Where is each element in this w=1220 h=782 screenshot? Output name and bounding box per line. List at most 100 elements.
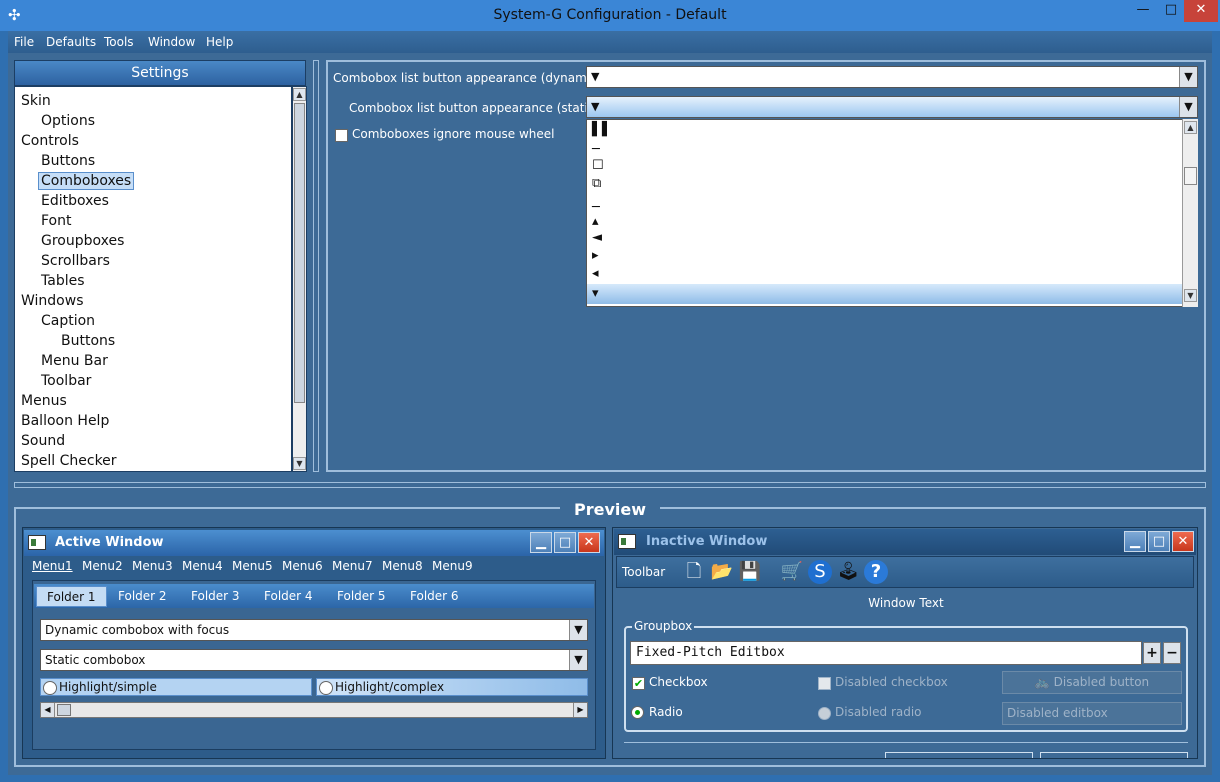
open-folder-icon[interactable]: 📂 — [710, 560, 734, 584]
minimize-glyph-icon[interactable]: ─ — [592, 142, 600, 157]
checkbox-checked[interactable]: ✔ — [632, 677, 645, 690]
dash-glyph-icon[interactable]: ─ — [592, 200, 600, 215]
preview-menu-3[interactable]: Menu3 — [132, 559, 173, 573]
tree-item-font[interactable]: Font — [41, 213, 71, 229]
menu-help[interactable]: Help — [206, 35, 233, 49]
save-icon[interactable]: 💾 — [738, 560, 762, 584]
dynamic-combobox[interactable]: Dynamic combobox with focus ▼ — [40, 619, 588, 641]
restore-glyph-icon[interactable]: ⧉ — [592, 176, 601, 191]
tree-item-toolbar[interactable]: Toolbar — [41, 373, 91, 389]
pause-glyph-icon[interactable]: ▌▌ — [592, 122, 612, 137]
close-icon[interactable]: ✕ — [1172, 531, 1194, 552]
app-menu-icon[interactable]: ✣ — [8, 6, 26, 24]
tree-item-scrollbars[interactable]: Scrollbars — [41, 253, 110, 269]
tree-item-sound[interactable]: Sound — [21, 433, 65, 449]
menu-window[interactable]: Window — [148, 35, 195, 49]
menu-defaults[interactable]: Defaults — [46, 35, 96, 49]
fixed-pitch-editbox[interactable]: Fixed-Pitch Editbox — [630, 641, 1142, 665]
tab-folder-2[interactable]: Folder 2 — [118, 589, 167, 603]
menu-tools[interactable]: Tools — [104, 35, 134, 49]
tree-item-editboxes[interactable]: Editboxes — [41, 193, 109, 209]
dropdown-scrollbar[interactable]: ▲ ▼ — [1182, 119, 1198, 307]
preview-menu-6[interactable]: Menu6 — [282, 559, 323, 573]
tree-item-spell-checker[interactable]: Spell Checker — [21, 453, 117, 469]
settings-tree[interactable]: Skin Options Controls Buttons Comboboxes… — [14, 86, 292, 472]
tree-item-controls[interactable]: Controls — [21, 133, 79, 149]
preview-menu-1[interactable]: Menu1 — [32, 559, 73, 573]
dynamic-appearance-combo[interactable]: ▼ ▼ — [586, 66, 1198, 88]
left-arrow-glyph-icon-2[interactable]: ◂ — [592, 266, 599, 281]
slider-thumb[interactable] — [57, 704, 71, 716]
preview-menu-7[interactable]: Menu7 — [332, 559, 373, 573]
scroll-thumb[interactable] — [294, 103, 305, 403]
tree-item-skin[interactable]: Skin — [21, 93, 51, 109]
tree-item-menus[interactable]: Menus — [21, 393, 67, 409]
maximize-glyph-icon[interactable]: ☐ — [592, 158, 604, 173]
dropdown-selected-row[interactable]: ▾ — [587, 284, 1183, 304]
radio-highlight-complex[interactable]: Highlight/complex — [316, 678, 588, 696]
tab-folder-1[interactable]: Folder 1 — [36, 586, 107, 607]
tree-item-buttons[interactable]: Buttons — [41, 153, 95, 169]
help-icon[interactable]: ? — [864, 560, 888, 584]
tree-item-caption-buttons[interactable]: Buttons — [61, 333, 115, 349]
minimize-icon[interactable]: ▁ — [530, 532, 552, 553]
radio-highlight-simple[interactable]: Highlight/simple — [40, 678, 312, 696]
radio-selected[interactable] — [631, 706, 644, 719]
joystick-icon[interactable]: 🕹 — [836, 560, 860, 584]
right-arrow-glyph-icon[interactable]: ▸ — [592, 248, 599, 263]
scroll-down-arrow-icon[interactable]: ▼ — [293, 457, 306, 470]
tree-item-caption[interactable]: Caption — [41, 313, 95, 329]
preview-menu-5[interactable]: Menu5 — [232, 559, 273, 573]
menu-file[interactable]: File — [14, 35, 34, 49]
tree-item-groupboxes[interactable]: Groupboxes — [41, 233, 124, 249]
tree-item-menu-bar[interactable]: Menu Bar — [41, 353, 108, 369]
scroll-up-arrow-icon[interactable]: ▲ — [293, 88, 306, 101]
ignore-wheel-checkbox[interactable] — [335, 129, 348, 142]
dropdown-list[interactable]: ▌▌ ─ ☐ ⧉ ─ ▴ ◄ ▸ ◂ ▾ — [586, 119, 1198, 307]
tree-item-windows[interactable]: Windows — [21, 293, 84, 309]
tree-item-tables[interactable]: Tables — [41, 273, 85, 289]
panel-splitter[interactable] — [313, 60, 319, 472]
tab-folder-3[interactable]: Folder 3 — [191, 589, 240, 603]
left-arrow-glyph-icon[interactable]: ◄ — [592, 230, 602, 245]
tree-item-balloon-help[interactable]: Balloon Help — [21, 413, 109, 429]
chevron-down-icon[interactable]: ▼ — [569, 650, 587, 670]
decrement-button[interactable]: − — [1163, 642, 1181, 664]
chevron-down-icon[interactable]: ▼ — [569, 620, 587, 640]
partial-button-2[interactable] — [1040, 752, 1188, 758]
tree-item-comboboxes[interactable]: Comboboxes — [38, 172, 135, 190]
new-document-icon[interactable]: 🗋 — [682, 560, 706, 584]
minimize-button[interactable]: — — [1128, 0, 1158, 22]
active-window-menubar: Menu1 Menu2 Menu3 Menu4 Menu5 Menu6 Menu… — [24, 556, 604, 576]
scroll-up-arrow-icon[interactable]: ▲ — [1184, 121, 1197, 134]
scroll-down-arrow-icon[interactable]: ▼ — [1184, 289, 1197, 302]
minimize-icon[interactable]: ▁ — [1124, 531, 1146, 552]
static-appearance-combo[interactable]: ▼ ▼ — [586, 96, 1198, 118]
slider-right-arrow-icon[interactable]: ▶ — [573, 703, 587, 717]
close-icon[interactable]: ✕ — [578, 532, 600, 553]
maximize-icon[interactable]: □ — [554, 532, 576, 553]
preview-menu-8[interactable]: Menu8 — [382, 559, 423, 573]
preview-menu-4[interactable]: Menu4 — [182, 559, 223, 573]
increment-button[interactable]: + — [1143, 642, 1161, 664]
preview-menu-2[interactable]: Menu2 — [82, 559, 123, 573]
close-button[interactable]: ✕ — [1184, 0, 1218, 22]
tab-folder-6[interactable]: Folder 6 — [410, 589, 459, 603]
tab-folder-5[interactable]: Folder 5 — [337, 589, 386, 603]
maximize-icon[interactable]: □ — [1148, 531, 1170, 552]
static-combobox[interactable]: Static combobox ▼ — [40, 649, 588, 671]
preview-menu-9[interactable]: Menu9 — [432, 559, 473, 573]
tree-scrollbar[interactable]: ▲ ▼ — [292, 86, 307, 472]
horizontal-slider[interactable]: ◀ ▶ — [40, 702, 588, 718]
scroll-thumb[interactable] — [1184, 167, 1197, 185]
tab-folder-4[interactable]: Folder 4 — [264, 589, 313, 603]
up-arrow-glyph-icon[interactable]: ▴ — [592, 214, 599, 229]
s-logo-icon[interactable]: S — [808, 560, 832, 584]
chevron-down-icon[interactable]: ▼ — [1179, 97, 1197, 117]
tree-item-options[interactable]: Options — [41, 113, 95, 129]
partial-button[interactable] — [885, 752, 1033, 758]
cart-icon[interactable]: 🛒 — [780, 560, 804, 584]
maximize-button[interactable]: □ — [1158, 0, 1184, 22]
chevron-down-icon[interactable]: ▼ — [1179, 67, 1197, 87]
slider-left-arrow-icon[interactable]: ◀ — [41, 703, 55, 717]
